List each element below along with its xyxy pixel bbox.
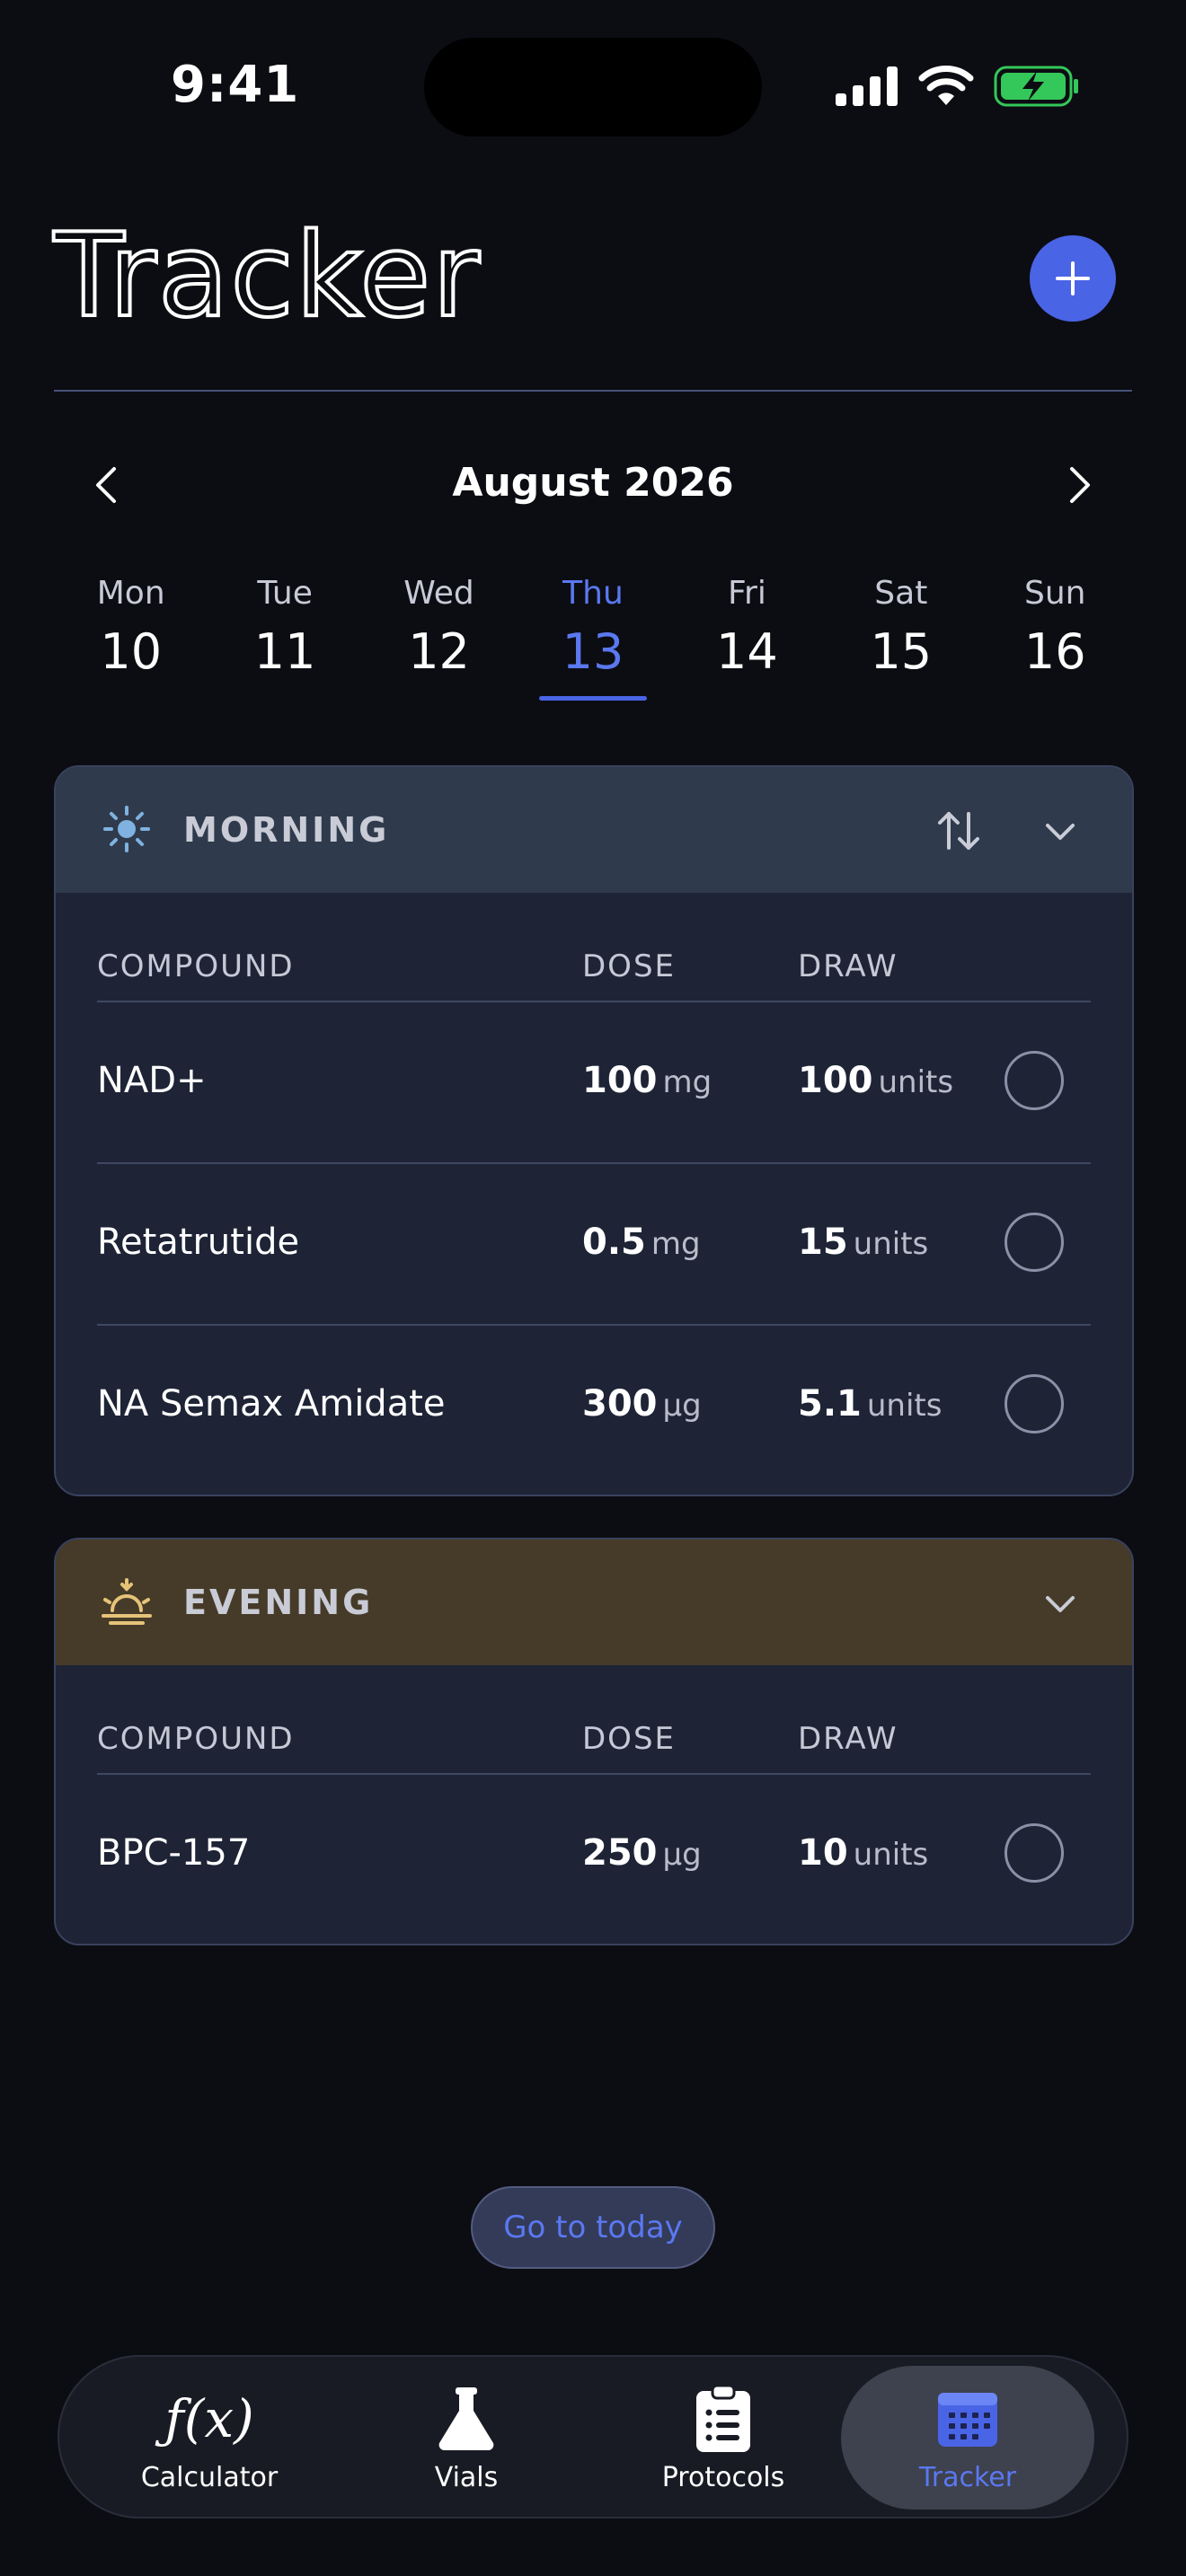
day-number: 14 bbox=[716, 623, 778, 680]
reorder-button[interactable] bbox=[929, 801, 988, 860]
status-time: 9:41 bbox=[171, 56, 300, 114]
day-wed[interactable]: Wed 12 bbox=[362, 575, 516, 710]
function-icon: ƒ(x) bbox=[164, 2387, 254, 2449]
dose-value: 100 mg bbox=[582, 1060, 712, 1101]
month-title: August 2026 bbox=[452, 460, 734, 506]
wifi-icon bbox=[918, 66, 974, 105]
signal-icon bbox=[836, 66, 898, 106]
table-header: COMPOUND DOSE DRAW bbox=[97, 1665, 1091, 1775]
column-draw: DRAW bbox=[798, 1721, 898, 1757]
selected-day-indicator bbox=[538, 696, 647, 701]
header-divider bbox=[54, 390, 1132, 392]
compound-name: Retatrutide bbox=[97, 1222, 300, 1263]
compound-name: BPC-157 bbox=[97, 1832, 251, 1874]
status-icons bbox=[836, 63, 1080, 110]
tab-label: Protocols bbox=[661, 2461, 785, 2493]
collapse-button[interactable] bbox=[1035, 1579, 1085, 1629]
day-name: Mon bbox=[96, 575, 165, 612]
page-title: Tracker bbox=[52, 209, 482, 343]
day-name: Thu bbox=[562, 575, 624, 612]
compound-name: NA Semax Amidate bbox=[97, 1383, 446, 1425]
chevron-left-icon bbox=[96, 467, 116, 503]
column-draw: DRAW bbox=[798, 948, 898, 984]
day-number: 16 bbox=[1023, 623, 1086, 680]
chevron-down-icon bbox=[1046, 1596, 1075, 1612]
day-number: 10 bbox=[100, 623, 163, 680]
chevron-down-icon bbox=[1046, 824, 1075, 840]
table-header: COMPOUND DOSE DRAW bbox=[97, 893, 1091, 1002]
table-row: Retatrutide 0.5 mg 15 units bbox=[97, 1164, 1091, 1326]
prev-week-button[interactable] bbox=[79, 458, 133, 512]
day-mon[interactable]: Mon 10 bbox=[54, 575, 208, 710]
sort-arrows-icon bbox=[938, 812, 979, 850]
tab-bar: ƒ(x) Calculator Vials Protocols Tracker bbox=[58, 2355, 1128, 2519]
dynamic-island bbox=[424, 38, 762, 137]
day-fri[interactable]: Fri 14 bbox=[670, 575, 824, 710]
day-number: 11 bbox=[253, 623, 316, 680]
column-compound: COMPOUND bbox=[97, 948, 295, 984]
column-dose: DOSE bbox=[582, 948, 677, 984]
day-sun[interactable]: Sun 16 bbox=[978, 575, 1132, 710]
tab-tracker[interactable]: Tracker bbox=[841, 2366, 1094, 2510]
day-tue[interactable]: Tue 11 bbox=[208, 575, 361, 710]
battery-icon bbox=[994, 66, 1078, 107]
chevron-right-icon bbox=[1070, 467, 1090, 503]
next-week-button[interactable] bbox=[1053, 458, 1107, 512]
dose-value: 0.5 mg bbox=[582, 1222, 701, 1263]
go-to-today-button[interactable]: Go to today bbox=[471, 2186, 715, 2269]
draw-value: 10 units bbox=[798, 1832, 929, 1874]
plus-icon bbox=[1056, 261, 1090, 296]
sunset-icon bbox=[97, 1572, 156, 1631]
day-name: Fri bbox=[727, 575, 766, 612]
day-name: Wed bbox=[403, 575, 474, 612]
dose-checkbox[interactable] bbox=[1005, 1374, 1064, 1434]
evening-card: EVENING COMPOUND DOSE DRAW BPC-157 250 µg… bbox=[54, 1538, 1134, 1945]
table-row: NAD+ 100 mg 100 units bbox=[97, 1002, 1091, 1164]
flask-icon bbox=[434, 2383, 499, 2455]
dose-value: 300 µg bbox=[582, 1383, 702, 1425]
column-dose: DOSE bbox=[582, 1721, 677, 1757]
section-label: MORNING bbox=[183, 810, 390, 850]
dose-checkbox[interactable] bbox=[1005, 1051, 1064, 1110]
table-row: BPC-157 250 µg 10 units bbox=[97, 1775, 1091, 1936]
morning-header[interactable]: MORNING bbox=[56, 767, 1132, 893]
sun-icon bbox=[97, 799, 156, 859]
tab-vials[interactable]: Vials bbox=[340, 2366, 593, 2510]
tab-label: Tracker bbox=[918, 2461, 1017, 2493]
day-number: 15 bbox=[870, 623, 933, 680]
table-row: NA Semax Amidate 300 µg 5.1 units bbox=[97, 1326, 1091, 1486]
collapse-button[interactable] bbox=[1035, 807, 1085, 857]
section-label: EVENING bbox=[183, 1583, 374, 1622]
day-thu-selected[interactable]: Thu 13 bbox=[516, 575, 669, 710]
tab-protocols[interactable]: Protocols bbox=[597, 2366, 850, 2510]
add-button[interactable] bbox=[1030, 235, 1116, 322]
draw-value: 5.1 units bbox=[798, 1383, 943, 1425]
evening-header[interactable]: EVENING bbox=[56, 1539, 1132, 1665]
calendar-icon bbox=[936, 2383, 999, 2455]
compound-name: NAD+ bbox=[97, 1060, 207, 1101]
tab-label: Calculator bbox=[140, 2461, 279, 2493]
draw-value: 15 units bbox=[798, 1222, 929, 1263]
dose-checkbox[interactable] bbox=[1005, 1213, 1064, 1272]
clipboard-icon bbox=[695, 2383, 752, 2455]
tab-calculator[interactable]: ƒ(x) Calculator bbox=[83, 2366, 336, 2510]
week-strip: Mon 10 Tue 11 Wed 12 Thu 13 Fri 14 Sat 1… bbox=[54, 575, 1132, 710]
day-name: Tue bbox=[257, 575, 313, 612]
dose-value: 250 µg bbox=[582, 1832, 702, 1874]
column-compound: COMPOUND bbox=[97, 1721, 295, 1757]
morning-card: MORNING COMPOUND DOSE DRAW NAD+ 100 mg 10… bbox=[54, 765, 1134, 1496]
dose-checkbox[interactable] bbox=[1005, 1823, 1064, 1883]
tab-label: Vials bbox=[434, 2461, 499, 2493]
day-sat[interactable]: Sat 15 bbox=[824, 575, 978, 710]
day-name: Sun bbox=[1024, 575, 1086, 612]
day-number: 13 bbox=[562, 623, 624, 680]
day-number: 12 bbox=[408, 623, 470, 680]
day-name: Sat bbox=[874, 575, 928, 612]
draw-value: 100 units bbox=[798, 1060, 954, 1101]
